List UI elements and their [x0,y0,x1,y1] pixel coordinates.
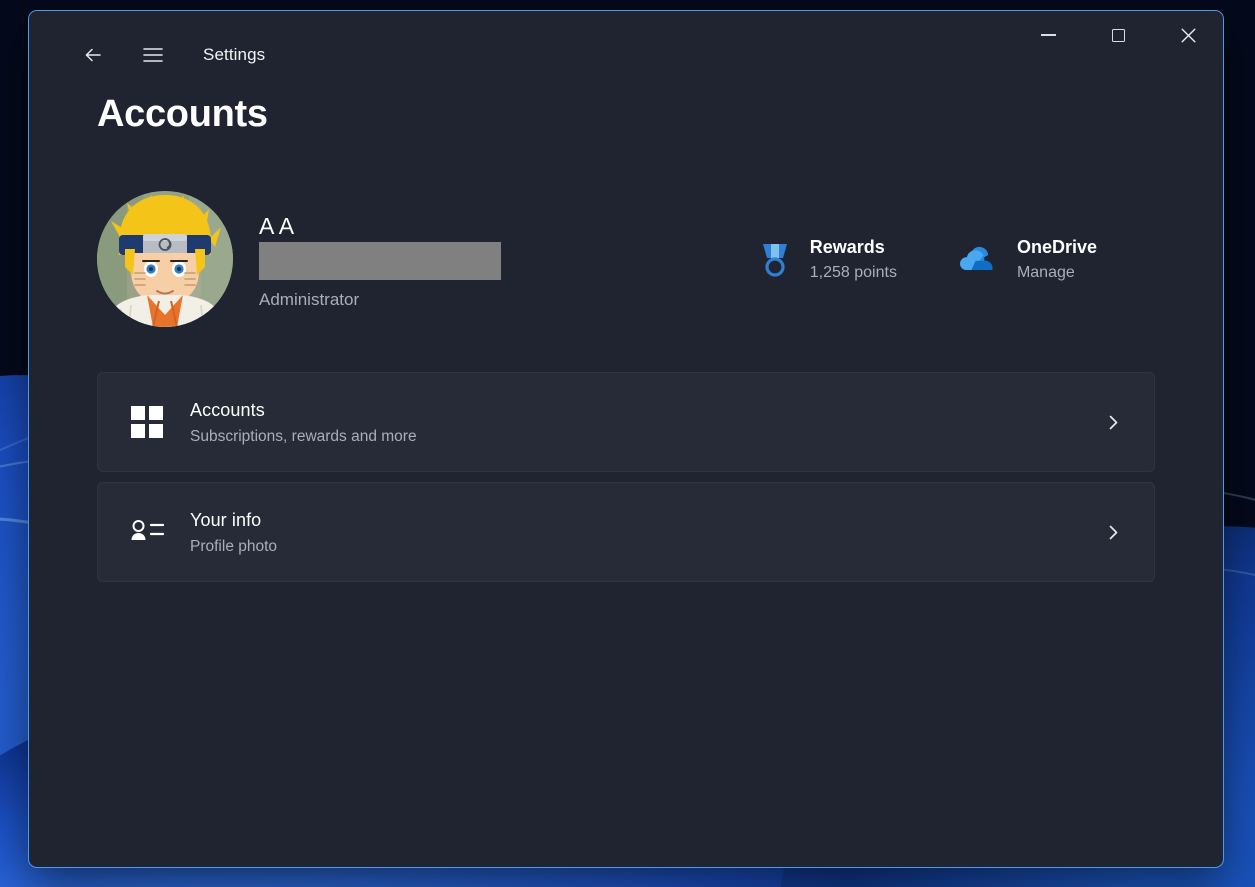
hamburger-menu-button[interactable] [131,33,175,77]
card-accounts[interactable]: Accounts Subscriptions, rewards and more [97,372,1155,472]
card-accounts-subtitle: Subscriptions, rewards and more [190,427,417,445]
minimize-button[interactable] [1013,11,1083,59]
onedrive-title: OneDrive [1016,236,1097,257]
rewards-title: Rewards [809,236,885,257]
rewards-points: 1,258 points [809,263,897,281]
quick-links: Rewards 1,258 points OneDrive Manage [758,235,1155,284]
card-your-info-subtitle: Profile photo [190,537,278,555]
onedrive-text: OneDrive Manage [1017,235,1097,284]
card-your-info[interactable]: Your info Profile photo [97,482,1155,582]
identity-block: A A Administrator [259,196,501,322]
profile-section: A A Administrator Rewards 1,258 points O… [97,191,1155,327]
title-bar: Settings [29,11,1223,85]
settings-window: Settings Accounts A A Administrator Rewa… [28,10,1224,868]
rewards-medal-icon [758,240,792,278]
settings-card-list: Accounts Subscriptions, rewards and more [97,372,1155,582]
window-controls [1013,11,1223,59]
avatar[interactable] [97,191,233,327]
back-arrow-icon [85,48,101,62]
card-accounts-title: Accounts [190,399,265,420]
close-button[interactable] [1153,11,1223,59]
back-button[interactable] [71,33,115,77]
card-your-info-title: Your info [190,509,262,530]
chevron-right-icon[interactable] [1096,405,1130,439]
card-accounts-text: Accounts Subscriptions, rewards and more [190,398,417,447]
onedrive-action: Manage [1016,263,1075,281]
user-name: A A [259,213,295,239]
chevron-right-icon[interactable] [1096,515,1130,549]
maximize-button[interactable] [1083,11,1153,59]
onedrive-cloud-icon [959,245,999,273]
user-role: Administrator [259,290,360,309]
onedrive-link[interactable]: OneDrive Manage [959,235,1097,284]
contact-card-icon [124,519,170,545]
rewards-link[interactable]: Rewards 1,258 points [758,235,897,284]
email-redaction-bar [259,242,501,280]
close-icon [1181,28,1195,42]
desktop-wallpaper: Settings Accounts A A Administrator Rewa… [0,0,1255,887]
card-your-info-text: Your info Profile photo [190,508,277,557]
rewards-text: Rewards 1,258 points [810,235,897,284]
window-title: Settings [203,45,266,64]
windows-logo-icon [124,406,170,438]
page-title: Accounts [97,93,268,135]
minimize-icon [1040,34,1056,36]
user-avatar-anime-character [97,191,233,327]
hamburger-menu-icon [143,48,163,62]
maximize-icon [1111,28,1125,42]
settings-content: Accounts A A Administrator Rewards 1,258… [29,85,1223,867]
